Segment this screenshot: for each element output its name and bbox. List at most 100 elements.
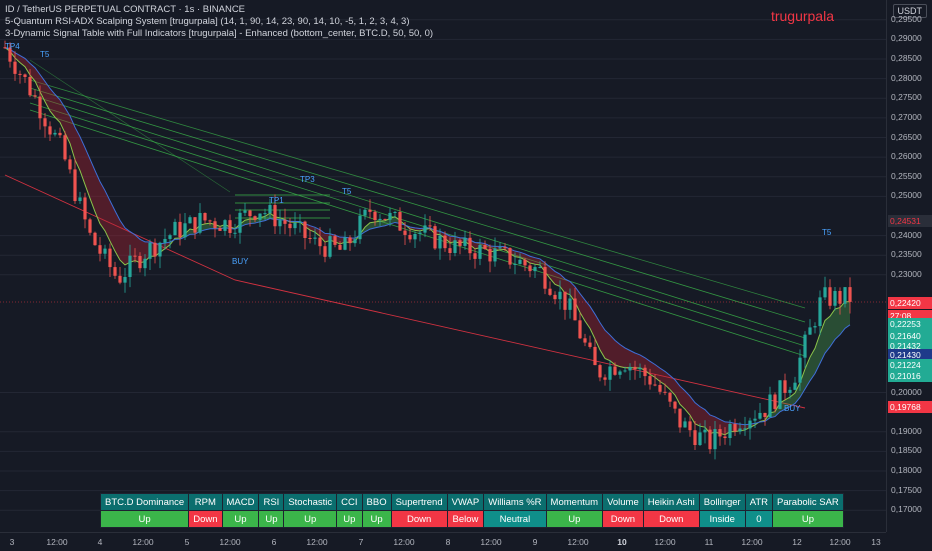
time-tick-label: 12:00 bbox=[46, 537, 68, 547]
tp1-signal-label: TP1 bbox=[269, 196, 284, 205]
candle-body bbox=[288, 223, 292, 229]
time-tick-label: 7 bbox=[358, 537, 364, 547]
price-tag: 0,22420 bbox=[888, 297, 932, 309]
time-tick-label: 12 bbox=[792, 537, 802, 547]
candle-body bbox=[668, 392, 672, 402]
candle-body bbox=[108, 248, 112, 268]
candle-body bbox=[513, 263, 517, 265]
candle-body bbox=[788, 389, 792, 393]
candle-body bbox=[198, 213, 202, 233]
candle-body bbox=[673, 401, 677, 409]
candle-body bbox=[648, 376, 652, 385]
candle-body bbox=[768, 394, 772, 418]
symbol-title[interactable]: ID / TetherUS PERPETUAL CONTRACT · 1s · … bbox=[5, 4, 245, 15]
time-tick-label: 9 bbox=[532, 537, 538, 547]
candle-body bbox=[588, 342, 592, 347]
candle-body bbox=[818, 297, 822, 327]
signal-table-value-cell: Up bbox=[361, 510, 392, 528]
candle-body bbox=[98, 245, 102, 254]
candle-body bbox=[73, 169, 77, 202]
candle-body bbox=[283, 220, 287, 224]
candle-body bbox=[538, 267, 542, 269]
candle-body bbox=[433, 226, 437, 249]
candle-body bbox=[753, 418, 757, 421]
candle-body bbox=[303, 221, 307, 238]
candle-body bbox=[523, 259, 527, 266]
signal-table-header-cell: Williams %R bbox=[483, 493, 547, 511]
candle-body bbox=[208, 220, 212, 222]
candle-body bbox=[78, 197, 82, 202]
time-tick-label: 8 bbox=[445, 537, 451, 547]
price-axis[interactable]: USDT 0,29500 0,29000 0,28500 0,28000 0,27500… bbox=[886, 0, 932, 532]
candle-body bbox=[448, 248, 452, 253]
signal-table-header-cell: Stochastic bbox=[283, 493, 338, 511]
time-tick-label: 12:00 bbox=[306, 537, 328, 547]
price-chart[interactable] bbox=[0, 0, 886, 532]
price-tick-label: 0,26000 bbox=[891, 151, 922, 162]
candle-body bbox=[498, 247, 502, 249]
candle-body bbox=[218, 228, 222, 231]
chart-area[interactable]: ID / TetherUS PERPETUAL CONTRACT · 1s · … bbox=[0, 0, 886, 532]
t5-signal-label: T5 bbox=[40, 50, 50, 59]
indicator-legend-1[interactable]: 5-Quantum RSI-ADX Scalping System [trugu… bbox=[5, 16, 410, 27]
candle-body bbox=[353, 239, 357, 244]
signal-table-header-cell: BBO bbox=[361, 493, 392, 511]
time-tick-label: 12:00 bbox=[393, 537, 415, 547]
candle-body bbox=[63, 135, 67, 160]
candle-body bbox=[663, 391, 667, 393]
candle-body bbox=[688, 421, 692, 431]
candle-body bbox=[698, 432, 702, 446]
candle-body bbox=[358, 215, 362, 240]
signal-table-header-cell: VWAP bbox=[446, 493, 485, 511]
candle-body bbox=[308, 237, 312, 239]
candle-body bbox=[368, 209, 372, 212]
candle-body bbox=[743, 428, 747, 430]
candle-body bbox=[428, 225, 432, 227]
candle-body bbox=[603, 377, 607, 380]
candle-body bbox=[443, 235, 447, 249]
candle-body bbox=[323, 246, 327, 257]
tp4-signal-label: TP4 bbox=[5, 42, 20, 51]
candle-body bbox=[378, 218, 382, 221]
candle-body bbox=[93, 232, 97, 246]
candle-body bbox=[793, 382, 797, 390]
signal-table-value-cell: Up bbox=[772, 510, 844, 528]
signal-table-value-cell: Neutral bbox=[483, 510, 547, 528]
brand-watermark: trugurpala bbox=[770, 8, 834, 24]
candle-body bbox=[568, 298, 572, 310]
price-tick-label: 0,18000 bbox=[891, 464, 922, 475]
candle-body bbox=[613, 366, 617, 375]
t5-signal-label: T5 bbox=[822, 228, 832, 237]
candle-body bbox=[178, 221, 182, 238]
signal-table-value-cell: Down bbox=[188, 510, 223, 528]
candle-body bbox=[13, 61, 17, 74]
signal-table-header-cell: Momentum bbox=[545, 493, 604, 511]
signal-table-header-cell: RSI bbox=[258, 493, 285, 511]
time-tick-label: 12:00 bbox=[829, 537, 851, 547]
candle-body bbox=[578, 320, 582, 339]
indicator-legend-2[interactable]: 3-Dynamic Signal Table with Full Indicat… bbox=[5, 28, 433, 39]
time-tick-label: 5 bbox=[184, 537, 190, 547]
time-axis[interactable]: 3 12:00 4 12:00 5 12:00 6 12:00 7 12:00 8 12:00 9 12:… bbox=[0, 532, 886, 551]
candle-body bbox=[138, 256, 142, 269]
candle-body bbox=[473, 253, 477, 259]
candle-body bbox=[798, 357, 802, 383]
candle-body bbox=[423, 225, 427, 233]
chart-grid bbox=[0, 19, 886, 511]
price-tag: 0,21016 bbox=[888, 370, 932, 382]
candle-body bbox=[548, 288, 552, 295]
signal-table-header-cell: RPM bbox=[188, 493, 223, 511]
candle-body bbox=[83, 197, 87, 220]
candle-body bbox=[458, 240, 462, 246]
candle-body bbox=[103, 248, 107, 254]
price-tick-label: 0,28000 bbox=[891, 72, 922, 83]
candle-body bbox=[553, 294, 557, 300]
candle-body bbox=[728, 423, 732, 439]
candle-body bbox=[48, 126, 52, 135]
ema-cloud bbox=[4, 47, 851, 436]
t5-signal-label: T5 bbox=[342, 187, 352, 196]
candle-body bbox=[168, 235, 172, 239]
time-tick-label: 6 bbox=[271, 537, 277, 547]
signal-table-header-cell: Heikin Ashi bbox=[642, 493, 700, 511]
candle-body bbox=[823, 287, 827, 298]
